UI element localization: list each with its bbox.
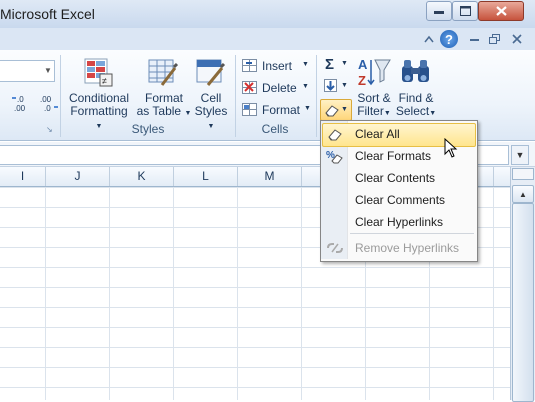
chevron-down-icon: ▼	[304, 105, 311, 112]
chevron-down-icon[interactable]: ▼	[44, 66, 52, 75]
delete-label: Delete	[262, 81, 297, 95]
conditional-formatting-icon: ≠	[84, 58, 113, 87]
menu-item-label: Clear Contents	[355, 171, 436, 185]
column-header[interactable]: J	[46, 167, 110, 186]
expand-formula-bar-button[interactable]: ▼	[511, 145, 529, 165]
fill-button[interactable]: ▼	[321, 78, 351, 96]
column-header[interactable]: I	[0, 167, 46, 186]
svg-text:.0: .0	[44, 104, 51, 112]
format-as-table-button[interactable]: Format as Table ▼	[136, 58, 192, 120]
eraser-icon	[326, 125, 344, 143]
column-header[interactable]: L	[174, 167, 238, 186]
chevron-down-icon: ▼	[429, 110, 437, 117]
svg-text:A: A	[358, 57, 368, 72]
svg-text:≠: ≠	[102, 76, 107, 86]
window-restore-icon[interactable]	[486, 30, 504, 48]
insert-label: Insert	[262, 59, 293, 73]
format-button[interactable]: Format ▼	[240, 101, 312, 119]
chevron-down-icon: ▼	[341, 60, 348, 67]
maximize-button[interactable]	[452, 1, 478, 21]
cell-styles-icon	[196, 59, 226, 86]
column-header[interactable]: K	[110, 167, 174, 186]
maximize-icon	[459, 6, 471, 16]
chevron-down-icon: ▼	[302, 61, 309, 68]
unlink-icon	[326, 239, 344, 257]
scrollbar-thumb[interactable]	[512, 203, 534, 402]
eraser-icon	[325, 105, 339, 117]
cell-styles-button[interactable]: Cell Styles ▼	[190, 58, 232, 130]
increase-decimal-icon: .0 .00	[12, 95, 26, 113]
minimize-button[interactable]	[426, 1, 452, 21]
chevron-down-icon: ▼	[341, 106, 348, 113]
menu-item-label: Clear Formats	[355, 149, 432, 163]
cell-styles-label-2: Styles	[194, 104, 228, 118]
chevron-down-icon: ▼	[515, 150, 525, 160]
decrease-decimal-icon: .00 .0	[40, 95, 58, 113]
minimize-icon	[434, 11, 444, 14]
insert-cells-icon	[242, 59, 257, 72]
column-header[interactable]: M	[238, 167, 302, 186]
svg-text:.0: .0	[17, 95, 24, 104]
delete-cells-icon	[242, 81, 257, 94]
sort-filter-icon: A Z	[358, 57, 391, 88]
sort-filter-button[interactable]: A Z Sort & Filter▼	[354, 56, 394, 120]
menu-separator	[350, 233, 474, 234]
styles-group-label: Styles	[131, 122, 165, 136]
chevron-up-icon: ▲	[519, 189, 527, 199]
insert-button[interactable]: Insert ▼	[240, 57, 312, 75]
sort-filter-label-2: Filter	[357, 104, 384, 118]
format-as-table-label-2: as Table	[136, 104, 182, 118]
delete-button[interactable]: Delete ▼	[240, 79, 312, 97]
find-select-label-2: Select	[395, 104, 430, 118]
cells-group-label: Cells	[261, 122, 289, 136]
window-minimize-icon[interactable]	[466, 30, 484, 48]
close-button[interactable]	[478, 1, 524, 21]
window-title: Microsoft Excel	[0, 6, 95, 22]
binoculars-icon	[402, 60, 429, 82]
menu-item-label: Clear Comments	[355, 193, 446, 207]
chevron-down-icon: ▼	[341, 82, 348, 89]
scroll-up-button[interactable]: ▲	[512, 185, 534, 203]
group-separator	[316, 55, 317, 137]
mouse-cursor-icon	[444, 138, 458, 158]
sigma-icon: Σ	[325, 56, 335, 73]
percent-eraser-icon: %	[326, 147, 344, 165]
minimize-ribbon-icon[interactable]	[420, 30, 438, 48]
close-icon	[495, 6, 507, 16]
format-as-table-icon	[148, 59, 178, 86]
increase-decimal-button[interactable]: .0 .00	[12, 94, 32, 115]
format-label: Format	[262, 103, 301, 117]
format-cells-icon	[242, 103, 257, 116]
help-icon[interactable]: ?	[440, 30, 458, 48]
menu-item-label: Clear Hyperlinks	[355, 215, 444, 229]
dialog-launcher-icon[interactable]: ↘	[46, 125, 53, 134]
find-select-button[interactable]: Find & Select▼	[394, 56, 438, 120]
chevron-down-icon: ▼	[302, 83, 309, 90]
fill-down-icon	[324, 79, 337, 92]
svg-text:Z: Z	[358, 73, 366, 88]
decrease-decimal-button[interactable]: .00 .0	[38, 94, 58, 115]
autosum-button[interactable]: Σ ▼	[321, 56, 351, 74]
chevron-down-icon: ▼	[383, 110, 391, 117]
window-close-icon[interactable]	[508, 30, 526, 48]
split-box[interactable]	[512, 168, 534, 180]
menu-item-label: Remove Hyperlinks	[355, 241, 460, 255]
svg-text:.00: .00	[14, 104, 26, 112]
clear-button[interactable]: ▼	[320, 99, 352, 121]
conditional-formatting-button[interactable]: ≠ Conditional Formatting ▼	[66, 58, 132, 130]
menu-item-label: Clear All	[355, 127, 400, 141]
group-separator	[60, 55, 61, 137]
svg-text:.00: .00	[40, 95, 52, 104]
conditional-formatting-label-2: Formatting	[70, 104, 128, 118]
